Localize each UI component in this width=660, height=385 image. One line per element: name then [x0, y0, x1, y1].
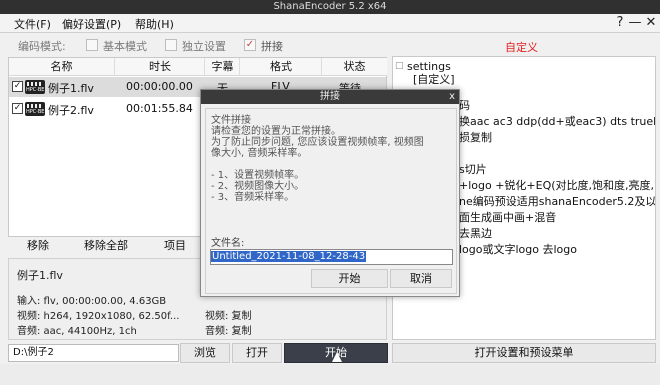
- dialog-close-icon[interactable]: x: [449, 90, 455, 104]
- help-icon[interactable]: ?: [612, 15, 628, 31]
- preset-line[interactable]: 去黑边: [459, 225, 492, 241]
- info-audio: 音频: aac, 44100Hz, 1ch: [17, 326, 137, 337]
- column-header-name[interactable]: 名称: [9, 58, 114, 76]
- dialog-start-button[interactable]: 开始: [311, 269, 388, 288]
- minimize-icon[interactable]: —: [627, 15, 643, 31]
- preset-line[interactable]: 码: [459, 97, 470, 113]
- menu-preferences[interactable]: 偏好设置(P): [62, 16, 121, 32]
- filename-label: 文件名:: [211, 238, 245, 249]
- window-title: ShanaEncoder 5.2 x64: [273, 1, 387, 12]
- column-header-duration[interactable]: 时长: [114, 58, 205, 76]
- mouse-cursor-icon: [332, 352, 342, 362]
- file-duration: 00:00:00.00: [126, 80, 193, 93]
- filename-input[interactable]: Untitled_2021-11-08_12-28-43: [210, 249, 453, 265]
- video-file-icon: HPC·BE: [25, 102, 45, 116]
- preset-line[interactable]: 损复制: [459, 129, 492, 145]
- open-button[interactable]: 打开: [232, 343, 282, 363]
- dialog-title: 拼接: [320, 91, 340, 102]
- file-name: 例子2.flv: [48, 104, 94, 117]
- preset-line[interactable]: s切片: [459, 161, 487, 177]
- file-duration: 00:01:55.84: [126, 102, 193, 115]
- dialog-text-line: - 3、音频采样率。: [211, 192, 295, 203]
- preset-line[interactable]: 面生成画中画+混音: [459, 209, 556, 225]
- filename-value: Untitled_2021-11-08_12-28-43: [211, 251, 367, 262]
- concat-label: 拼接: [261, 40, 283, 53]
- dialog-title-bar: 拼接: [201, 90, 459, 104]
- basic-mode-label: 基本模式: [103, 40, 147, 53]
- output-audio: 音频: 复制: [205, 326, 252, 337]
- row-checkbox[interactable]: ✓: [12, 103, 23, 114]
- independent-settings-label: 独立设置: [182, 40, 226, 53]
- main-window: ShanaEncoder 5.2 x64 文件(F) 偏好设置(P) 帮助(H)…: [0, 0, 660, 385]
- basic-mode-checkbox[interactable]: [86, 39, 98, 51]
- bottom-bar: D:\例子2 浏览 打开 开始 打开设置和预设菜单: [0, 341, 660, 364]
- preset-line[interactable]: +logo +锐化+EQ(对比度,饱和度,亮度,: [459, 177, 654, 193]
- custom-preset-label: 自定义: [505, 41, 538, 54]
- dialog-cancel-button[interactable]: 取消: [390, 269, 452, 288]
- tree-expander-icon[interactable]: □: [395, 61, 404, 71]
- preset-line[interactable]: logo或文字logo 去logo: [459, 241, 577, 257]
- tree-child[interactable]: [自定义]: [413, 71, 455, 87]
- menu-help[interactable]: 帮助(H): [135, 16, 174, 32]
- file-name: 例子1.flv: [48, 82, 94, 95]
- output-video: 视频: 复制: [205, 311, 252, 322]
- column-header-format[interactable]: 格式: [239, 58, 322, 76]
- row-checkbox[interactable]: ✓: [12, 81, 23, 92]
- menu-bar: 文件(F) 偏好设置(P) 帮助(H) ? — ✕: [0, 14, 660, 33]
- concat-checkbox[interactable]: ✓: [244, 39, 256, 51]
- close-icon[interactable]: ✕: [643, 15, 659, 31]
- info-filename: 例子1.flv: [17, 269, 63, 282]
- video-file-icon: HPC·BE: [25, 80, 45, 94]
- column-header-status[interactable]: 状态: [321, 58, 387, 76]
- info-video: 视频: h264, 1920x1080, 62.50f...: [17, 311, 180, 322]
- dialog-content: 文件拼接 请检查您的设置为正常拼接。 为了防止同步问题, 您应该设置视频帧率, …: [205, 108, 457, 294]
- remove-all-button[interactable]: 移除全部: [75, 237, 137, 255]
- status-bar: [0, 364, 660, 385]
- item-button[interactable]: 项目: [145, 237, 205, 255]
- browse-button[interactable]: 浏览: [180, 343, 230, 363]
- title-bar: ShanaEncoder 5.2 x64: [0, 0, 660, 14]
- remove-button[interactable]: 移除: [8, 237, 68, 255]
- output-path-field[interactable]: D:\例子2: [8, 344, 179, 362]
- preset-line[interactable]: ne编码预设适用shanaEncoder5.2及以上版: [459, 193, 655, 209]
- independent-settings-checkbox[interactable]: [165, 39, 177, 51]
- info-input: 输入: flv, 00:00:00.00, 4.63GB: [17, 296, 167, 307]
- concat-dialog: 拼接 x 文件拼接 请检查您的设置为正常拼接。 为了防止同步问题, 您应该设置视…: [200, 89, 460, 297]
- encoding-mode-bar: 编码模式: 基本模式 独立设置 ✓ 拼接 自定义: [0, 33, 660, 55]
- menu-file[interactable]: 文件(F): [14, 16, 51, 32]
- encoding-mode-label: 编码模式:: [18, 40, 66, 53]
- column-header-subtitle[interactable]: 字幕: [204, 58, 240, 76]
- dialog-text-line: 像大小, 音频采样率。: [211, 148, 308, 159]
- open-settings-menu-button[interactable]: 打开设置和预设菜单: [392, 343, 656, 363]
- preset-line[interactable]: 换aac ac3 ddp(dd+或eac3) dts truehd: [459, 113, 655, 129]
